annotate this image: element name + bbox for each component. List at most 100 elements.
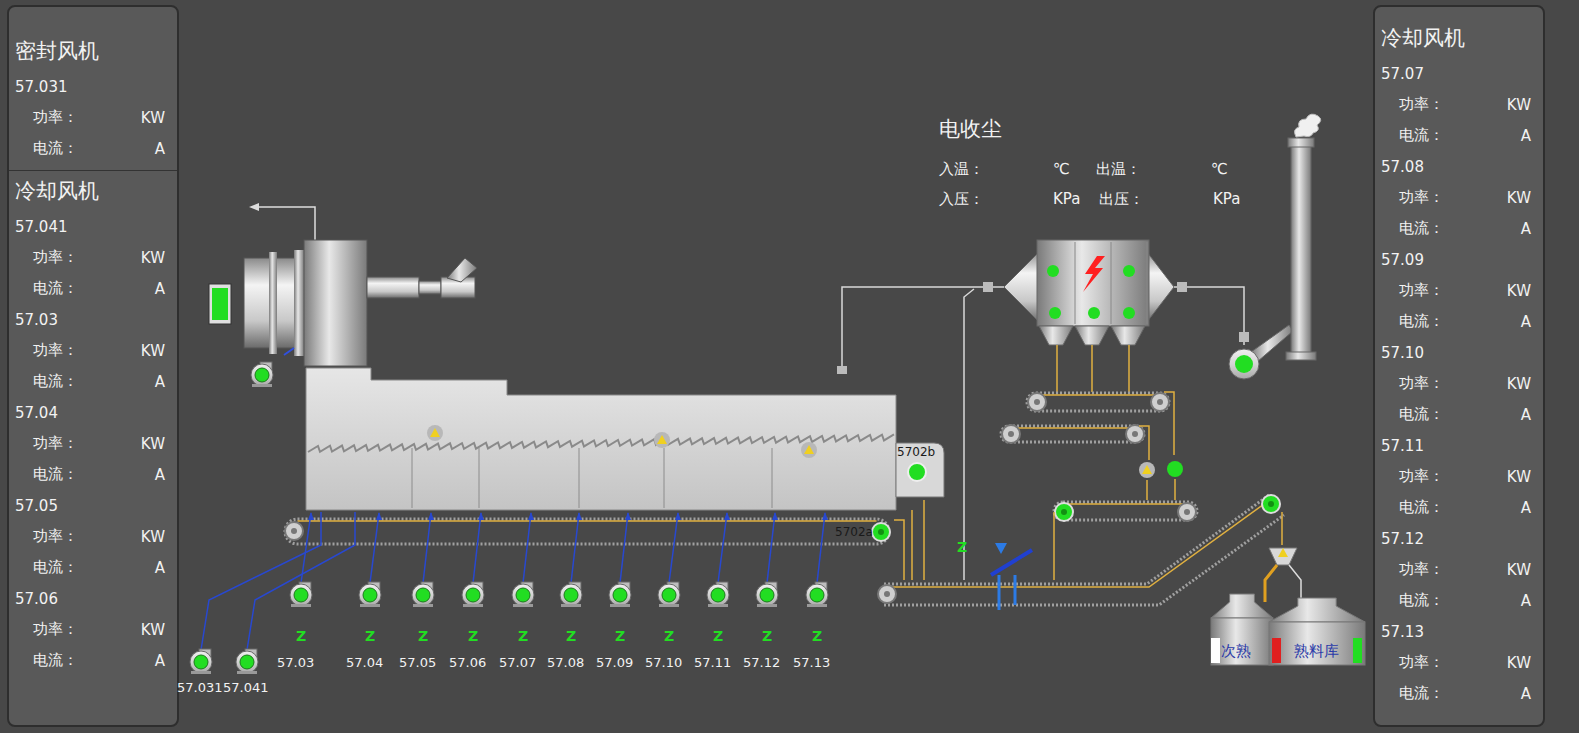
divider xyxy=(9,170,177,171)
power-row: 功率：KW xyxy=(9,521,177,552)
fan-label: 57.13 xyxy=(793,655,830,671)
pulley-icon xyxy=(1055,503,1073,521)
silo-indicator xyxy=(1353,638,1362,663)
fan-id: 57.12 xyxy=(1375,523,1543,554)
fan-id: 57.13 xyxy=(1375,616,1543,647)
outlet-pressure-unit: KPa xyxy=(1213,190,1240,208)
current-unit: A xyxy=(155,466,165,484)
cooling-fan-icon[interactable] xyxy=(806,582,828,607)
power-unit: KW xyxy=(141,342,165,360)
power-unit: KW xyxy=(141,435,165,453)
fan-id-text: 57.06 xyxy=(15,590,58,608)
warning-icon xyxy=(427,425,443,441)
current-unit: A xyxy=(1521,685,1531,703)
fan-id-text: 57.031 xyxy=(15,78,68,96)
cooling-fan-icon[interactable] xyxy=(512,582,534,607)
power-row: 功率：KW xyxy=(1375,182,1543,213)
pulley-icon xyxy=(1178,503,1196,521)
fan-id-text: 57.03 xyxy=(15,311,58,329)
current-row: 电流： A xyxy=(1375,120,1543,151)
fan-id: 57.08 xyxy=(1375,151,1543,182)
status-light xyxy=(1047,265,1059,277)
section-title: 冷却风机 xyxy=(1375,18,1543,58)
power-unit: KW xyxy=(1507,468,1531,486)
cooling-fan-icon[interactable] xyxy=(412,582,434,607)
current-row: 电流：A xyxy=(9,552,177,583)
section-title: 密封风机 xyxy=(9,31,177,71)
status-light xyxy=(1123,307,1135,319)
power-label: 功率： xyxy=(1399,653,1444,672)
fan-id-text: 57.12 xyxy=(1381,530,1424,548)
current-unit: A xyxy=(155,373,165,391)
fan-id-text: 57.041 xyxy=(15,218,68,236)
seal-fan-icon[interactable] xyxy=(190,649,212,674)
inlet-temp-label: 入温： xyxy=(939,160,984,178)
left-panel: 密封风机57.031功率：KW电流：A冷却风机57.041功率：KW电流：A57… xyxy=(7,5,179,727)
current-unit: A xyxy=(155,559,165,577)
current-row: 电流：A xyxy=(9,133,177,164)
fan-mode: Z xyxy=(664,628,674,645)
current-row: 电流： A xyxy=(9,366,177,397)
current-label: 电流： xyxy=(1399,684,1444,703)
pulley-icon xyxy=(1151,393,1169,411)
current-unit: A xyxy=(1521,592,1531,610)
power-row: 功率：KW xyxy=(1375,368,1543,399)
fan-label: 57.031 xyxy=(177,680,223,696)
current-unit: A xyxy=(155,652,165,670)
cooling-fan-icon[interactable] xyxy=(560,582,582,607)
cooling-fan-icon[interactable] xyxy=(707,582,729,607)
silo-indicator xyxy=(1272,638,1281,663)
power-row: 功率：KW xyxy=(9,614,177,645)
flap-valve-icon[interactable] xyxy=(991,543,1032,610)
fan-label: 57.03 xyxy=(277,655,314,671)
status-light xyxy=(1049,307,1061,319)
power-unit: KW xyxy=(141,528,165,546)
power-label: 功率： xyxy=(33,108,78,127)
power-label: 功率： xyxy=(33,434,78,453)
current-label: 电流： xyxy=(1399,126,1444,145)
outlet-temp-unit: ℃ xyxy=(1211,160,1228,178)
power-label: 功率： xyxy=(1399,281,1444,300)
pulley-icon xyxy=(1126,425,1144,443)
conveyor-belt xyxy=(1027,393,1169,411)
seal-fan-icon[interactable] xyxy=(236,649,258,674)
exhaust-fan-icon[interactable] xyxy=(1229,349,1259,379)
current-label: 电流： xyxy=(33,372,78,391)
power-label: 功率： xyxy=(33,620,78,639)
cooling-fan-icon[interactable] xyxy=(756,582,778,607)
cooling-fan-icon[interactable] xyxy=(462,582,484,607)
current-label: 电流： xyxy=(1399,312,1444,331)
chimney-icon xyxy=(1286,114,1321,360)
power-unit: KW xyxy=(1507,282,1531,300)
pulley-icon xyxy=(285,522,303,540)
fan-mode: Z xyxy=(418,628,428,645)
fan-id: 57.05 xyxy=(9,490,177,521)
fan-label: 57.09 xyxy=(596,655,633,671)
current-label: 电流： xyxy=(33,279,78,298)
cooling-fan-icon[interactable] xyxy=(359,582,381,607)
drive-pulley-icon xyxy=(872,523,890,541)
status-light xyxy=(1088,307,1100,319)
power-unit: KW xyxy=(1507,375,1531,393)
silo-indicator xyxy=(1211,638,1220,663)
power-label: 功率： xyxy=(33,341,78,360)
inlet-pressure-label: 入压： xyxy=(939,190,984,208)
power-row: 功率： KW xyxy=(9,335,177,366)
silo-label: 次熟 xyxy=(1221,642,1251,660)
hood-fan-icon[interactable] xyxy=(251,362,273,387)
current-label: 电流： xyxy=(33,651,78,670)
power-unit: KW xyxy=(1507,96,1531,114)
fan-mode: Z xyxy=(762,628,772,645)
cooling-fan-icon[interactable] xyxy=(658,582,680,607)
fan-label: 57.05 xyxy=(399,655,436,671)
fan-label: 57.12 xyxy=(743,655,780,671)
current-label: 电流： xyxy=(33,139,78,158)
fan-mode: Z xyxy=(365,628,375,645)
power-label: 功率： xyxy=(1399,95,1444,114)
current-unit: A xyxy=(1521,127,1531,145)
current-label: 电流： xyxy=(1399,591,1444,610)
cooling-fan-icon[interactable] xyxy=(290,582,312,607)
pulley-icon xyxy=(1262,495,1280,513)
power-row: 功率：KW xyxy=(1375,647,1543,678)
cooling-fan-icon[interactable] xyxy=(609,582,631,607)
